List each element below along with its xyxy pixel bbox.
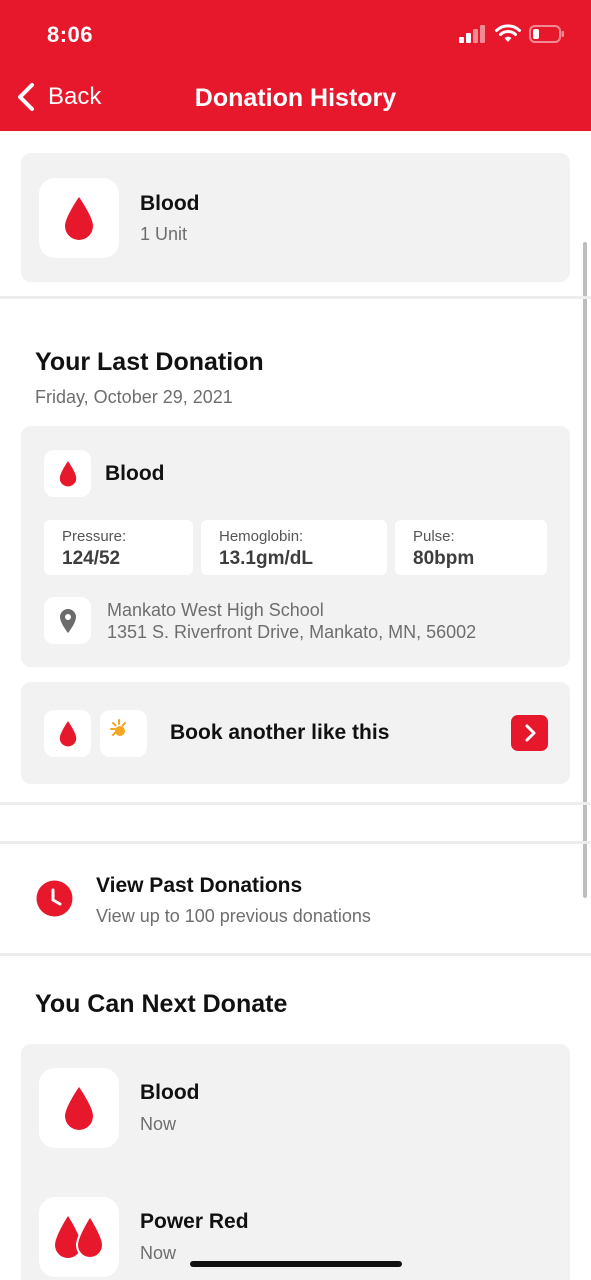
- blood-drop-tile: [39, 1068, 119, 1148]
- stat-value: 13.1gm/dL: [219, 548, 313, 569]
- stat-label: Hemoglobin:: [219, 528, 304, 545]
- scrollbar[interactable]: [583, 242, 587, 898]
- location-pin-icon: [59, 608, 76, 633]
- section-divider: [0, 841, 591, 844]
- section-divider: [0, 802, 591, 805]
- blood-drop-icon: [65, 197, 93, 240]
- time-of-day-tile: [100, 710, 147, 757]
- location-pin-tile: [44, 597, 91, 644]
- chevron-right-icon: [525, 724, 535, 742]
- summary-card: Blood 1 Unit: [21, 153, 570, 282]
- stat-value: 124/52: [62, 548, 121, 569]
- section-divider: [0, 296, 591, 299]
- clock-icon: [36, 880, 73, 917]
- home-indicator[interactable]: [190, 1261, 402, 1267]
- next-item-when: Now: [140, 1243, 177, 1263]
- book-another-button[interactable]: [511, 715, 548, 751]
- page-title: Donation History: [194, 84, 397, 112]
- stat-pressure: Pressure: 124/52: [44, 520, 193, 575]
- status-icons: [459, 24, 565, 44]
- next-item-type: Blood: [140, 1081, 200, 1104]
- blood-drop-tile: [44, 710, 91, 757]
- location-name: Mankato West High School: [107, 600, 324, 620]
- blood-drop-tile: [44, 450, 91, 497]
- screen: 8:06 Back Donation History Blood 1 Unit …: [0, 0, 591, 1280]
- stat-label: Pulse:: [413, 528, 455, 545]
- next-donate-heading: You Can Next Donate: [35, 990, 288, 1018]
- status-time: 8:06: [47, 22, 94, 47]
- blood-drop-icon: [59, 721, 76, 747]
- power-red-tile: [39, 1197, 119, 1277]
- stat-value: 80bpm: [413, 548, 475, 569]
- last-donation-date: Friday, October 29, 2021: [35, 387, 233, 407]
- wifi-icon: [495, 24, 521, 42]
- stat-hemoglobin: Hemoglobin: 13.1gm/dL: [201, 520, 387, 575]
- past-donations-subtitle: View up to 100 previous donations: [96, 906, 371, 926]
- blood-drop-icon: [65, 1087, 93, 1130]
- double-blood-drop-icon: [55, 1214, 105, 1259]
- summary-amount: 1 Unit: [140, 224, 188, 244]
- header-bar: 8:06 Back Donation History: [0, 0, 591, 131]
- sun-moon-icon: [109, 718, 133, 747]
- book-another-label: Book another like this: [170, 721, 390, 744]
- summary-type: Blood: [140, 192, 200, 215]
- stat-label: Pressure:: [62, 528, 127, 545]
- signal-icon: [459, 25, 485, 43]
- section-divider: [0, 953, 591, 956]
- stat-pulse: Pulse: 80bpm: [395, 520, 547, 575]
- battery-icon: [529, 25, 564, 43]
- blood-drop-icon: [59, 461, 76, 487]
- blood-drop-tile: [39, 178, 119, 258]
- past-donations-title: View Past Donations: [96, 874, 303, 897]
- view-past-donations-row[interactable]: View Past Donations View up to 100 previ…: [0, 845, 591, 953]
- next-item-type: Power Red: [140, 1210, 249, 1233]
- next-item-when: Now: [140, 1114, 177, 1134]
- location-address: 1351 S. Riverfront Drive, Mankato, MN, 5…: [107, 622, 477, 642]
- last-donation-type: Blood: [105, 462, 165, 485]
- last-donation-heading: Your Last Donation: [35, 348, 264, 376]
